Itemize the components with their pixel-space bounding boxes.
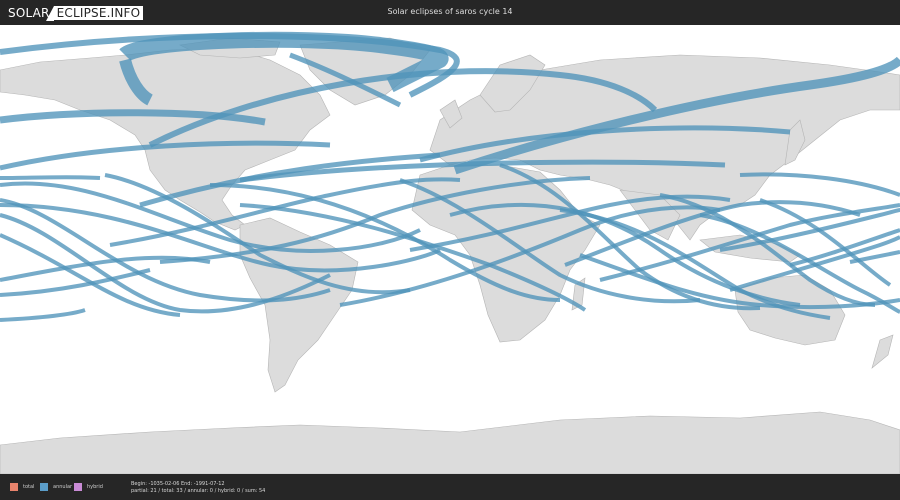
- top-bar: SOLAR ECLIPSE.INFO Solar eclipses of sar…: [0, 0, 900, 25]
- land-antarctica: [0, 411, 900, 474]
- map-svg: [0, 31, 900, 474]
- stats-counts: partial: 21 / total: 33 / annular: 0 / h…: [131, 488, 266, 494]
- legend-label-total: total: [23, 484, 35, 490]
- eclipse-track: [0, 308, 86, 322]
- eclipse-track: [0, 175, 101, 180]
- legend-swatch-annular: [40, 483, 48, 491]
- eclipse-track: [789, 228, 900, 267]
- legend-swatch-total: [10, 483, 18, 491]
- footer-bar: total annular hybrid Begin: -1035-02-06 …: [0, 474, 900, 500]
- legend-swatch-hybrid: [74, 483, 82, 491]
- legend-label-annular: annular: [53, 484, 73, 490]
- legend-label-hybrid: hybrid: [87, 484, 103, 490]
- stats-block: Begin: -1035-02-06 End: -1991-07-12 part…: [131, 481, 265, 495]
- world-map[interactable]: [0, 25, 900, 474]
- legend-item-annular: annular: [40, 483, 72, 491]
- land-new-zealand: [871, 334, 894, 369]
- page-title: Solar eclipses of saros cycle 14: [387, 7, 513, 16]
- legend-item-total: total: [10, 483, 34, 491]
- legend-item-hybrid: hybrid: [74, 483, 103, 491]
- landmasses: [0, 37, 900, 474]
- stats-range: Begin: -1035-02-06 End: -1991-07-12: [131, 481, 225, 487]
